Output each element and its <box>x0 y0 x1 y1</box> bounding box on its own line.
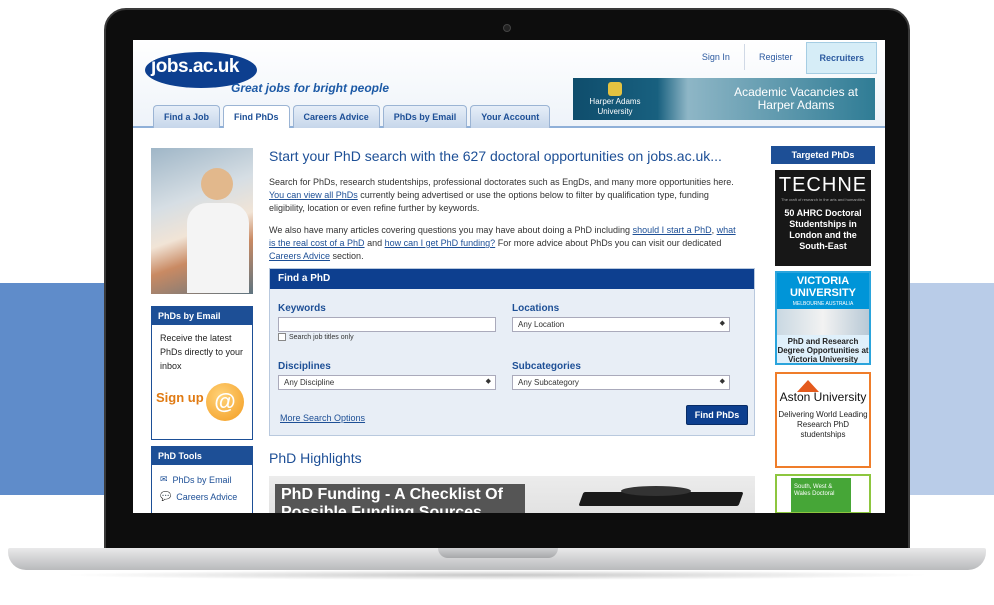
keywords-input[interactable] <box>278 317 496 332</box>
victoria-subtitle: MELBOURNE AUSTRALIA <box>777 301 869 309</box>
techne-text: 50 AHRC Doctoral Studentships in London … <box>784 208 862 251</box>
victoria-text: PhD and Research Degree Opportunities at… <box>777 337 869 364</box>
find-phd-title: Find a PhD <box>270 269 754 289</box>
tool-careers-advice[interactable]: 💬 Careers Advice <box>152 488 252 505</box>
locations-label: Locations <box>512 303 560 314</box>
sign-in-link[interactable]: Sign In <box>688 44 744 70</box>
keywords-label: Keywords <box>278 303 326 314</box>
page-title: Start your PhD search with the 627 docto… <box>269 148 722 164</box>
laptop-shadow <box>60 570 934 580</box>
tab-find-phds[interactable]: Find PhDs <box>223 105 290 128</box>
aston-text: Delivering World Leading Research PhD st… <box>778 410 868 439</box>
crest-icon <box>608 81 622 96</box>
email-box-title: PhDs by Email <box>152 307 252 325</box>
disciplines-label: Disciplines <box>278 361 331 372</box>
careers-advice-link[interactable]: Careers Advice <box>269 251 330 261</box>
main-tabs: Find a Job Find PhDs Careers Advice PhDs… <box>153 105 551 128</box>
phd-tools-box: PhD Tools ✉ PhDs by Email 💬 Careers Advi… <box>151 446 253 513</box>
banner-text: Academic Vacancies at Harper Adams <box>734 85 858 112</box>
title-only-checkbox[interactable] <box>278 333 286 341</box>
graduation-cap-top <box>621 486 691 496</box>
tab-find-a-job[interactable]: Find a Job <box>153 105 220 128</box>
browser-screen: jobs.ac.uk Great jobs for bright people … <box>133 40 885 513</box>
signup-promo[interactable]: Sign up now! @ <box>152 379 252 437</box>
photo-coat <box>187 203 249 293</box>
find-phds-button[interactable]: Find PhDs <box>686 405 748 425</box>
victoria-name: VICTORIA UNIVERSITY <box>777 273 869 301</box>
email-at-icon[interactable]: @ <box>206 383 244 421</box>
scientist-photo <box>151 148 253 294</box>
register-link[interactable]: Register <box>743 44 807 70</box>
highlight-card[interactable]: PhD Funding - A Checklist Of Possible Fu… <box>269 476 755 513</box>
subcategories-label: Subcategories <box>512 361 581 372</box>
south-west-wales-ad[interactable]: South, West & Wales Doctoral <box>775 474 871 513</box>
tagline: Great jobs for bright people <box>231 81 390 95</box>
aston-university-ad[interactable]: Aston University Delivering World Leadin… <box>775 372 871 468</box>
highlight-card-title[interactable]: PhD Funding - A Checklist Of Possible Fu… <box>275 484 525 513</box>
tab-your-account[interactable]: Your Account <box>470 105 551 128</box>
techne-ad[interactable]: TECHNE The craft of research in the arts… <box>775 170 871 266</box>
disciplines-select[interactable]: Any Discipline ◆ <box>278 375 496 390</box>
harper-adams-banner[interactable]: Harper Adams University Academic Vacanci… <box>573 78 875 120</box>
logo-text[interactable]: jobs.ac.uk <box>151 56 239 78</box>
chat-icon: 💬 <box>160 491 172 501</box>
phd-funding-link[interactable]: how can I get PhD funding? <box>385 238 496 248</box>
laptop-notch <box>438 548 558 558</box>
targeted-phds-title: Targeted PhDs <box>771 146 875 164</box>
email-box-text: Receive the latest PhDs directly to your… <box>160 333 244 371</box>
should-i-start-phd-link[interactable]: should I start a PhD <box>633 225 712 235</box>
photo-face <box>201 168 233 200</box>
banner-org: Harper Adams University <box>573 81 657 117</box>
highlights-title: PhD Highlights <box>269 450 362 466</box>
victoria-photo <box>777 309 869 335</box>
view-all-phds-link[interactable]: You can view all PhDs <box>269 190 358 200</box>
aston-logo-icon <box>797 380 819 392</box>
device-stage: jobs.ac.uk Great jobs for bright people … <box>0 0 994 605</box>
techne-subtitle: The craft of research in the arts and hu… <box>781 197 865 202</box>
phds-by-email-box: PhDs by Email Receive the latest PhDs di… <box>151 306 253 440</box>
subcategories-select[interactable]: Any Subcategory ◆ <box>512 375 730 390</box>
more-search-options-link[interactable]: More Search Options <box>280 413 365 423</box>
envelope-icon: ✉ <box>160 474 168 484</box>
recruiters-link[interactable]: Recruiters <box>806 42 877 74</box>
select-arrows-icon: ◆ <box>719 378 725 385</box>
select-arrows-icon: ◆ <box>719 320 725 327</box>
aston-name: Aston University <box>779 390 867 404</box>
tab-careers-advice[interactable]: Careers Advice <box>292 105 380 128</box>
top-links: Sign In Register Recruiters <box>688 40 877 74</box>
sw-text: South, West & Wales Doctoral <box>791 478 851 512</box>
intro-paragraph: Search for PhDs, research studentships, … <box>269 177 734 213</box>
victoria-university-ad[interactable]: VICTORIA UNIVERSITY MELBOURNE AUSTRALIA … <box>775 271 871 365</box>
techne-logo: TECHNE <box>778 174 868 196</box>
select-arrows-icon: ◆ <box>485 378 491 385</box>
locations-select[interactable]: Any Location ◆ <box>512 317 730 332</box>
tab-phds-by-email[interactable]: PhDs by Email <box>382 105 468 128</box>
tool-phds-by-email[interactable]: ✉ PhDs by Email <box>152 471 252 488</box>
find-phd-panel: Find a PhD Keywords Search job titles on… <box>269 268 755 436</box>
title-only-option[interactable]: Search job titles only <box>278 333 354 341</box>
camera-icon <box>503 24 511 32</box>
advice-paragraph: We also have many articles covering ques… <box>269 225 736 261</box>
tools-title: PhD Tools <box>152 447 252 465</box>
site-header: jobs.ac.uk Great jobs for bright people … <box>133 40 885 128</box>
